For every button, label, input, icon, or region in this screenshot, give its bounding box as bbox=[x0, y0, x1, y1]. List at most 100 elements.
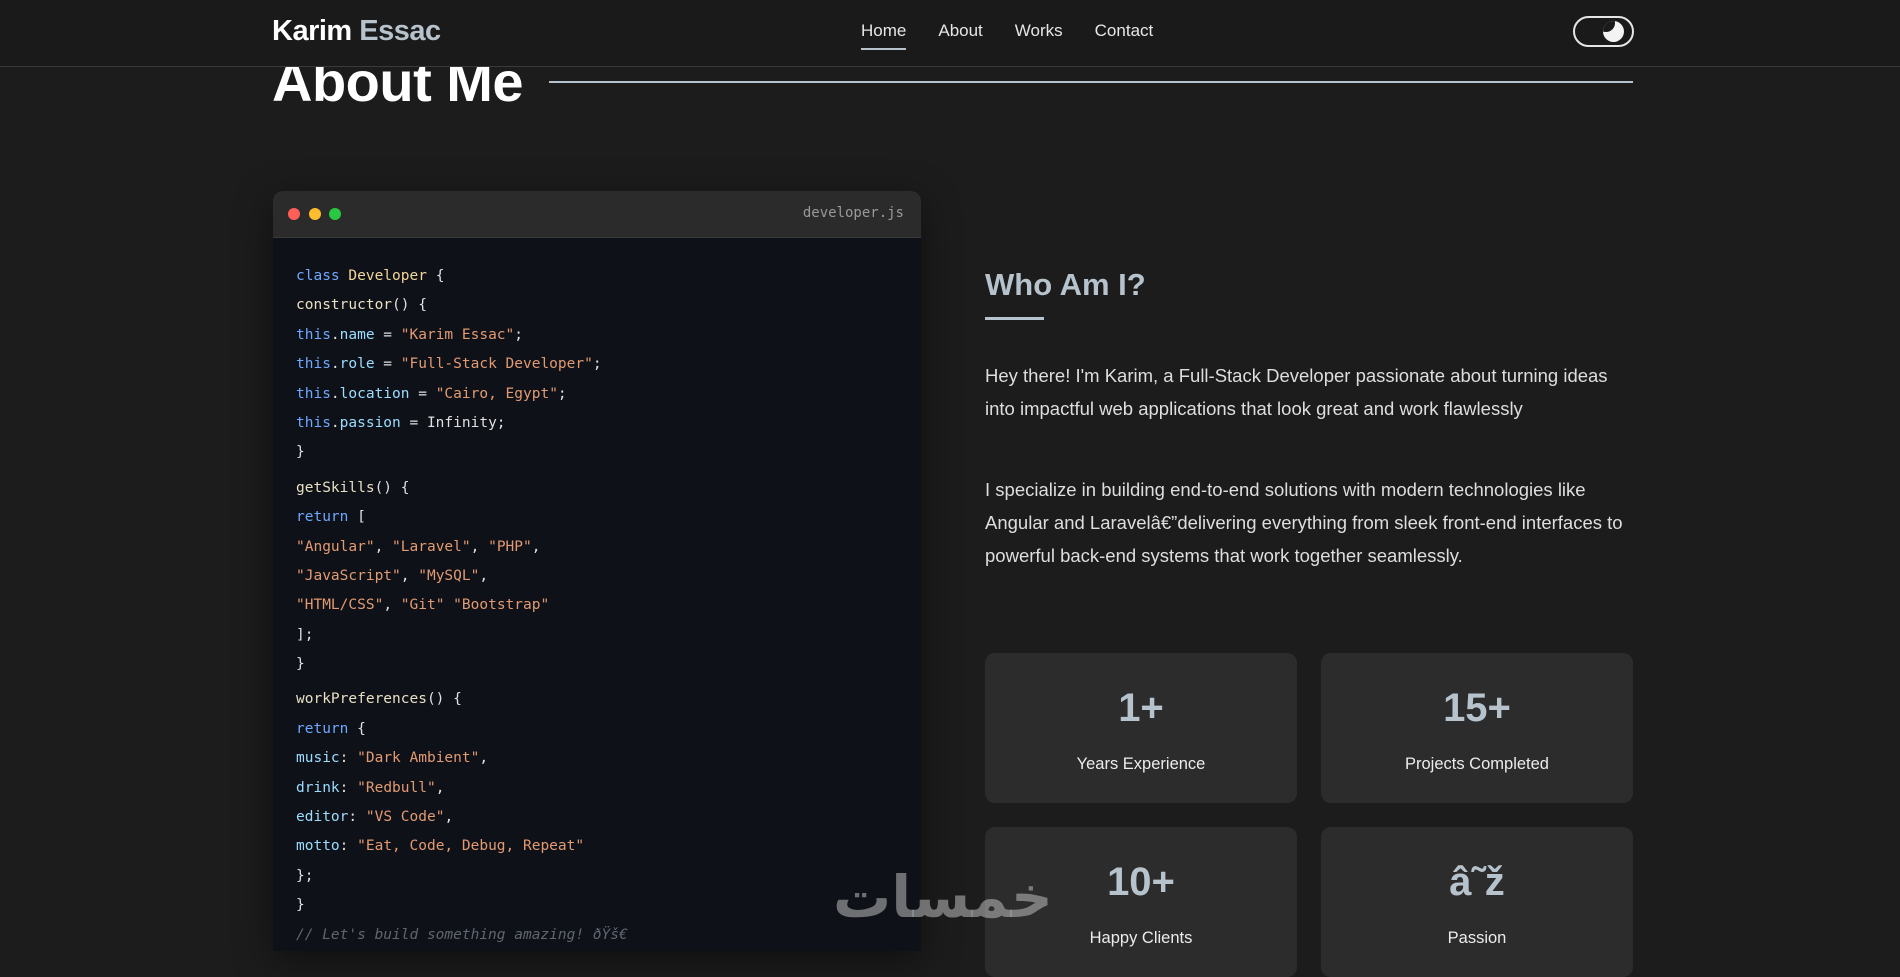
code-token: { bbox=[426, 268, 445, 284]
brand-last-name: Essac bbox=[359, 15, 441, 47]
code-token: "Karim Essac" bbox=[400, 326, 515, 343]
code-line: return [ bbox=[296, 503, 897, 532]
code-line: } bbox=[296, 650, 897, 679]
code-token: this bbox=[296, 414, 331, 431]
code-token: , bbox=[400, 567, 419, 584]
code-token: . bbox=[330, 326, 340, 343]
code-token: () { bbox=[374, 479, 410, 496]
code-token: this bbox=[296, 356, 331, 373]
code-token: editor bbox=[296, 809, 349, 826]
code-token: , bbox=[374, 538, 393, 555]
code-filename: developer.js bbox=[802, 205, 904, 221]
code-token: . bbox=[330, 414, 340, 431]
code-token: getSkills bbox=[296, 479, 375, 496]
code-token: motto bbox=[296, 838, 340, 855]
code-token: { bbox=[348, 720, 366, 737]
code-line: workPreferences() { bbox=[296, 685, 897, 714]
code-token: = bbox=[374, 356, 401, 373]
code-line: } bbox=[296, 891, 897, 920]
code-token: ; bbox=[514, 326, 524, 343]
code-token: , bbox=[444, 809, 454, 826]
code-token: "Full-Stack Developer" bbox=[400, 356, 593, 373]
code-token: "Cairo, Egypt" bbox=[435, 385, 558, 402]
code-line: class Developer { bbox=[296, 262, 897, 291]
code-token: return bbox=[296, 509, 349, 526]
code-token: workPreferences bbox=[296, 691, 427, 708]
close-dot-icon bbox=[288, 208, 300, 220]
code-line: return { bbox=[296, 715, 897, 744]
code-token: constructor bbox=[296, 297, 393, 314]
code-line: this.location = "Cairo, Egypt"; bbox=[296, 380, 897, 409]
code-token: , bbox=[531, 538, 541, 555]
code-line: motto: "Eat, Code, Debug, Repeat" bbox=[296, 832, 897, 861]
code-token: , bbox=[383, 597, 401, 614]
code-token: : bbox=[348, 809, 366, 826]
code-token: "VS Code" bbox=[365, 809, 445, 826]
brand-logo[interactable]: Karim Essac bbox=[272, 14, 441, 48]
stat-label: Projects Completed bbox=[1405, 755, 1549, 773]
theme-toggle-button[interactable] bbox=[1573, 16, 1634, 47]
top-navbar: Karim Essac Home About Works Contact bbox=[0, 0, 1900, 67]
code-token: "Bootstrap" bbox=[453, 597, 550, 614]
maximize-dot-icon bbox=[329, 208, 341, 220]
code-token: } bbox=[296, 897, 305, 914]
code-token: ; bbox=[557, 385, 567, 402]
code-line: this.name = "Karim Essac"; bbox=[296, 321, 897, 350]
code-token: ]; bbox=[296, 626, 314, 643]
code-token: : bbox=[339, 779, 358, 796]
nav-links: Home About Works Contact bbox=[861, 20, 1154, 50]
code-line: }; bbox=[296, 862, 897, 891]
code-token: "MySQL" bbox=[418, 567, 480, 584]
stat-value: 15+ bbox=[1443, 686, 1511, 730]
code-token: } bbox=[296, 444, 305, 461]
code-token: . bbox=[330, 385, 340, 402]
code-line: } bbox=[296, 438, 897, 467]
code-token: : bbox=[339, 750, 358, 767]
code-token: this bbox=[296, 385, 331, 402]
stat-value: 1+ bbox=[1118, 686, 1164, 730]
nav-link-home[interactable]: Home bbox=[861, 20, 907, 50]
stat-card-projects-completed: 15+ Projects Completed bbox=[1321, 653, 1633, 803]
who-am-i-underline bbox=[985, 317, 1044, 320]
code-token: , bbox=[470, 538, 489, 555]
code-token: }; bbox=[296, 867, 314, 884]
stat-value: â˜ž bbox=[1449, 860, 1505, 904]
code-line: this.passion = Infinity; bbox=[296, 409, 897, 438]
code-token: , bbox=[435, 779, 445, 796]
code-token: , bbox=[479, 750, 489, 767]
code-token: "PHP" bbox=[488, 538, 532, 555]
code-token: "Git" bbox=[400, 597, 445, 614]
code-token: this bbox=[296, 326, 331, 343]
code-line: "JavaScript", "MySQL", bbox=[296, 562, 897, 591]
code-token: () { bbox=[392, 297, 427, 314]
code-line: getSkills() { bbox=[296, 474, 897, 503]
code-token: "HTML/CSS" bbox=[296, 597, 384, 614]
nav-link-about[interactable]: About bbox=[938, 20, 982, 42]
code-line: editor: "VS Code", bbox=[296, 803, 897, 832]
code-token: // Let's build something amazing! ðŸš€ bbox=[296, 926, 628, 943]
code-token: passion bbox=[339, 414, 401, 431]
code-token: = bbox=[374, 326, 401, 343]
code-token: Developer bbox=[348, 268, 427, 284]
code-token: name bbox=[339, 326, 375, 343]
nav-link-contact[interactable]: Contact bbox=[1095, 20, 1154, 42]
code-token: "Dark Ambient" bbox=[357, 750, 480, 767]
brand-first-name: Karim bbox=[272, 15, 352, 47]
code-line: drink: "Redbull", bbox=[296, 774, 897, 803]
stat-card-years-experience: 1+ Years Experience bbox=[985, 653, 1297, 803]
code-line: this.role = "Full-Stack Developer"; bbox=[296, 350, 897, 379]
code-token: = bbox=[409, 385, 436, 402]
code-token: [ bbox=[348, 509, 366, 526]
who-am-i-heading: Who Am I? bbox=[985, 267, 1146, 302]
watermark-logo: خمسات bbox=[833, 863, 1053, 931]
code-token: . bbox=[330, 356, 340, 373]
code-token: "Angular" bbox=[296, 538, 375, 555]
code-token: () { bbox=[426, 691, 462, 708]
code-token: location bbox=[339, 385, 410, 402]
code-line: // Let's build something amazing! ðŸš€ bbox=[296, 921, 897, 950]
moon-icon bbox=[1603, 21, 1624, 42]
nav-link-works[interactable]: Works bbox=[1015, 20, 1063, 42]
code-token: = Infinity; bbox=[400, 414, 506, 431]
stat-card-passion: â˜ž Passion bbox=[1321, 827, 1633, 977]
